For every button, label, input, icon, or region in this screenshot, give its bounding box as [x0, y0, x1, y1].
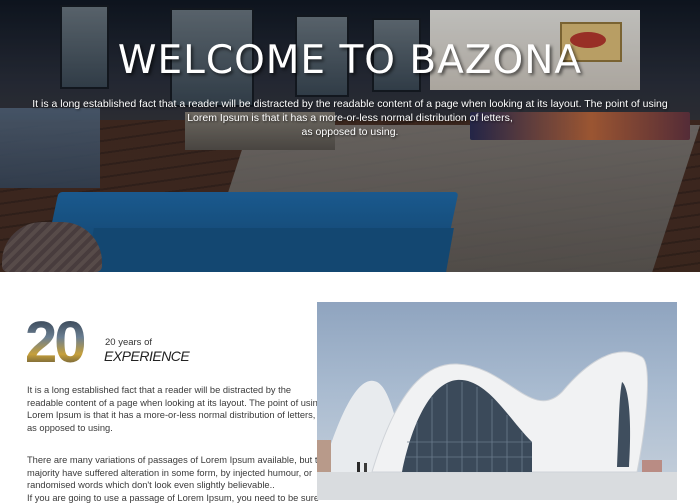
background-building	[642, 460, 662, 472]
hero-description-line: It is a long established fact that a rea…	[30, 97, 670, 111]
about-section: 20 20 years of EXPERIENCE It is a long e…	[0, 272, 700, 500]
paragraph-line: Lorem Ipsum is that it has a more-or-les…	[27, 409, 312, 422]
background-building	[317, 440, 331, 472]
experience-label: EXPERIENCE	[104, 348, 189, 364]
person-figure	[357, 462, 360, 472]
paragraph-line: There are many variations of passages of…	[27, 454, 312, 467]
hero-title: WELCOME TO BAZONA	[0, 38, 700, 83]
years-number: 20	[25, 315, 84, 371]
plaza-ground	[317, 472, 677, 500]
hero-description-line: as opposed to using.	[30, 125, 670, 139]
paragraph-line: majority have suffered alteration in som…	[27, 467, 312, 480]
hero-banner: WELCOME TO BAZONA It is a long establish…	[0, 0, 700, 272]
paragraph-line: It is a long established fact that a rea…	[27, 384, 312, 397]
paragraph-line: If you are going to use a passage of Lor…	[27, 492, 312, 504]
architecture-illustration	[317, 302, 677, 500]
paragraph-line: randomised words which don't look even s…	[27, 479, 312, 492]
paragraph-line: as opposed to using.	[27, 422, 312, 435]
person-figure	[364, 463, 367, 472]
architecture-photo	[317, 302, 677, 500]
hero-description-line: Lorem Ipsum is that it has a more-or-les…	[30, 111, 670, 125]
years-label: 20 years of	[105, 337, 152, 348]
paragraph-line: readable content of a page when looking …	[27, 397, 312, 410]
about-paragraph-1: It is a long established fact that a rea…	[27, 384, 312, 434]
hero-description: It is a long established fact that a rea…	[30, 97, 670, 139]
about-paragraph-2: There are many variations of passages of…	[27, 454, 312, 504]
experience-badge: 20 20 years of EXPERIENCE	[25, 315, 225, 371]
